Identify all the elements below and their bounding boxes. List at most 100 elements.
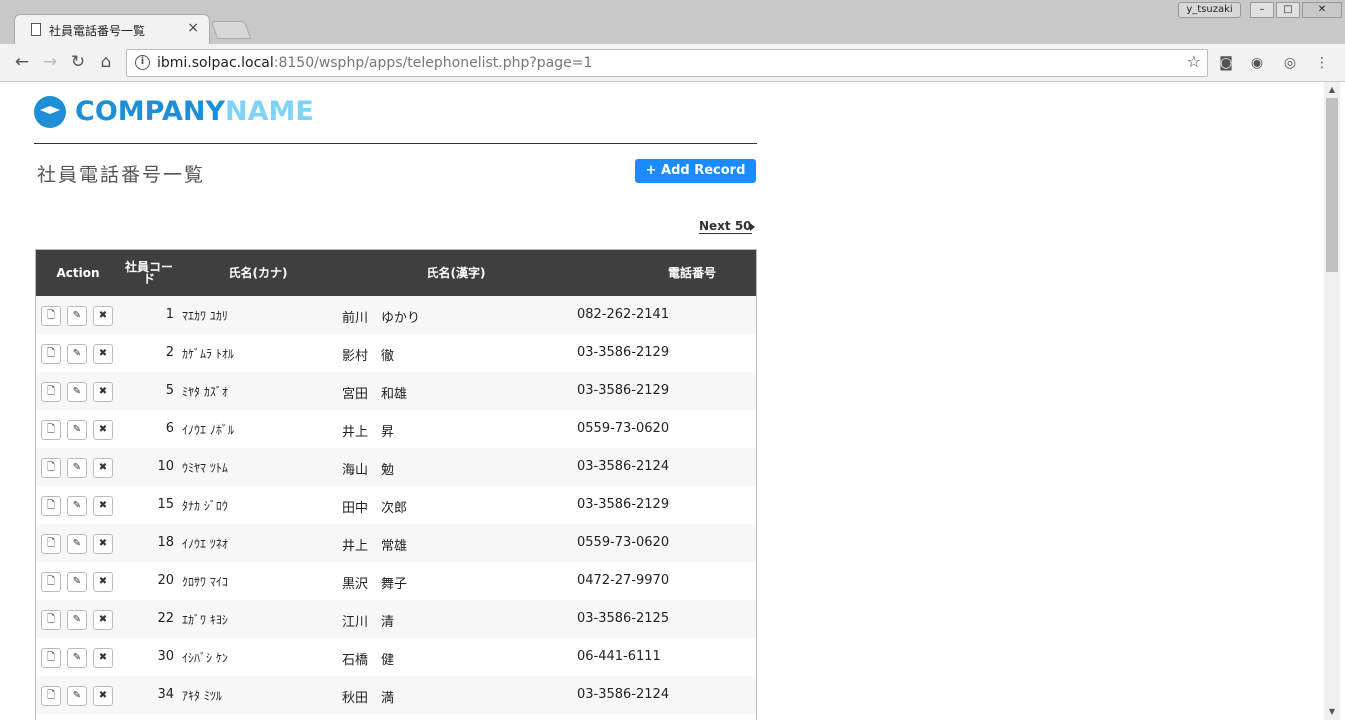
header-kana: 氏名(カナ) bbox=[228, 266, 288, 280]
view-record-icon[interactable]: 🗋 bbox=[41, 648, 61, 668]
employee-name-kana: ｳﾐﾔﾏ ﾂﾄﾑ bbox=[182, 461, 228, 475]
delete-record-icon[interactable]: ✖ bbox=[93, 306, 113, 326]
table-row: 🗋 ✎ ✖ 34 ｱｷﾀ ﾐﾂﾙ 秋田 満 03-3586-2124 bbox=[36, 676, 756, 714]
browser-tab[interactable]: 社員電話番号一覧 × bbox=[14, 14, 210, 44]
delete-record-icon[interactable]: ✖ bbox=[93, 534, 113, 554]
delete-record-icon[interactable]: ✖ bbox=[93, 382, 113, 402]
table-row: 🗋 ✎ ✖ 22 ｴｶﾞﾜ ｷﾖｼ 江川 清 03-3586-2125 bbox=[36, 600, 756, 638]
table-row: 🗋 ✎ ✖ 20 ｸﾛｻﾜ ﾏｲｺ 黒沢 舞子 0472-27-9970 bbox=[36, 562, 756, 600]
view-record-icon[interactable]: 🗋 bbox=[41, 572, 61, 592]
view-record-icon[interactable]: 🗋 bbox=[41, 610, 61, 630]
delete-record-icon[interactable]: ✖ bbox=[93, 610, 113, 630]
edit-record-icon[interactable]: ✎ bbox=[67, 648, 87, 668]
table-row: 🗋 ✎ ✖ 5 ﾐﾔﾀ ｶｽﾞｵ 宮田 和雄 03-3586-2129 bbox=[36, 372, 756, 410]
info-icon[interactable]: i bbox=[135, 55, 150, 70]
table-row: 🗋 ✎ ✖ 15 ﾀﾅｶ ｼﾞﾛｳ 田中 次郎 03-3586-2129 bbox=[36, 486, 756, 524]
view-record-icon[interactable]: 🗋 bbox=[41, 306, 61, 326]
employee-name-kanji: 宮田 和雄 bbox=[342, 387, 408, 402]
glasses-extension-icon[interactable]: ◉ bbox=[1248, 55, 1266, 71]
delete-record-icon[interactable]: ✖ bbox=[93, 344, 113, 364]
employee-code: 6 bbox=[165, 421, 174, 436]
edit-record-icon[interactable]: ✎ bbox=[67, 610, 87, 630]
new-tab-button[interactable] bbox=[210, 21, 252, 39]
view-record-icon[interactable]: 🗋 bbox=[41, 534, 61, 554]
employee-tel: 03-3586-2124 bbox=[577, 459, 670, 474]
edit-record-icon[interactable]: ✎ bbox=[67, 458, 87, 478]
delete-record-icon[interactable]: ✖ bbox=[93, 496, 113, 516]
view-record-icon[interactable]: 🗋 bbox=[41, 420, 61, 440]
minimize-button[interactable]: – bbox=[1250, 2, 1274, 18]
browser-toolbar: ← → ↻ ⌂ i ibmi.solpac.local:8150/wsphp/a… bbox=[0, 44, 1345, 82]
employee-tel: 06-441-6111 bbox=[577, 649, 661, 664]
page-title: 社員電話番号一覧 bbox=[37, 164, 206, 186]
add-record-button[interactable]: + Add Record bbox=[635, 159, 756, 183]
employee-name-kanji: 秋田 満 bbox=[342, 691, 395, 706]
table-row: 🗋 ✎ ✖ 18 ｲﾉｳｴ ﾂﾈｵ 井上 常雄 0559-73-0620 bbox=[36, 524, 756, 562]
forward-button[interactable]: → bbox=[39, 51, 61, 73]
camera-icon[interactable]: ◙ bbox=[1217, 55, 1235, 71]
employee-name-kanji: 江川 清 bbox=[342, 615, 395, 630]
profile-button[interactable]: y_tsuzaki bbox=[1178, 2, 1241, 18]
scroll-thumb[interactable] bbox=[1326, 98, 1338, 272]
menu-icon[interactable]: ⋮ bbox=[1313, 55, 1331, 71]
table-row: 🗋 ✎ ✖ 6 ｲﾉｳｴ ﾉﾎﾞﾙ 井上 昇 0559-73-0620 bbox=[36, 410, 756, 448]
view-record-icon[interactable]: 🗋 bbox=[41, 686, 61, 706]
delete-record-icon[interactable]: ✖ bbox=[93, 648, 113, 668]
close-window-button[interactable]: ✕ bbox=[1302, 2, 1342, 18]
reload-button[interactable]: ↻ bbox=[67, 51, 89, 73]
delete-record-icon[interactable]: ✖ bbox=[93, 686, 113, 706]
table-row: 🗋 ✎ ✖ 30 ｲｼﾊﾞｼ ｹﾝ 石橋 健 06-441-6111 bbox=[36, 638, 756, 676]
graduation-cap-icon bbox=[34, 96, 66, 128]
employee-name-kanji: 海山 勉 bbox=[342, 463, 395, 478]
next-arrow-icon[interactable] bbox=[750, 223, 755, 231]
edit-record-icon[interactable]: ✎ bbox=[67, 534, 87, 554]
back-button[interactable]: ← bbox=[11, 51, 33, 73]
view-record-icon[interactable]: 🗋 bbox=[41, 382, 61, 402]
employee-code: 20 bbox=[157, 573, 174, 588]
header-kanji: 氏名(漢字) bbox=[426, 266, 486, 280]
next-page-link[interactable]: Next 50 bbox=[699, 219, 752, 234]
employee-name-kana: ｲﾉｳｴ ﾉﾎﾞﾙ bbox=[182, 423, 234, 437]
employee-name-kanji: 井上 常雄 bbox=[342, 539, 408, 554]
delete-record-icon[interactable]: ✖ bbox=[93, 458, 113, 478]
employee-name-kana: ｲｼﾊﾞｼ ｹﾝ bbox=[182, 651, 228, 665]
vertical-scrollbar[interactable]: ▲ ▼ bbox=[1324, 82, 1340, 720]
employee-tel: 03-3586-2125 bbox=[577, 611, 670, 626]
extension-icon[interactable]: ◎ bbox=[1281, 55, 1299, 71]
delete-record-icon[interactable]: ✖ bbox=[93, 420, 113, 440]
scroll-down-icon[interactable]: ▼ bbox=[1324, 704, 1340, 720]
employee-name-kana: ｴｶﾞﾜ ｷﾖｼ bbox=[182, 613, 228, 627]
edit-record-icon[interactable]: ✎ bbox=[67, 572, 87, 592]
close-tab-icon[interactable]: × bbox=[187, 20, 199, 36]
edit-record-icon[interactable]: ✎ bbox=[67, 382, 87, 402]
view-record-icon[interactable]: 🗋 bbox=[41, 344, 61, 364]
address-bar[interactable]: i ibmi.solpac.local:8150/wsphp/apps/tele… bbox=[126, 49, 1208, 77]
edit-record-icon[interactable]: ✎ bbox=[67, 496, 87, 516]
header-action: Action bbox=[56, 266, 100, 280]
delete-record-icon[interactable]: ✖ bbox=[93, 572, 113, 592]
scroll-up-icon[interactable]: ▲ bbox=[1324, 82, 1340, 98]
employee-tel: 082-262-2141 bbox=[577, 307, 670, 322]
edit-record-icon[interactable]: ✎ bbox=[67, 344, 87, 364]
view-record-icon[interactable]: 🗋 bbox=[41, 458, 61, 478]
view-record-icon[interactable]: 🗋 bbox=[41, 496, 61, 516]
page-content: COMPANYNAME 社員電話番号一覧 + Add Record Next 5… bbox=[0, 82, 1324, 720]
employee-code: 5 bbox=[165, 383, 174, 398]
employee-code: 34 bbox=[157, 687, 174, 702]
employee-tel: 03-3586-2124 bbox=[577, 687, 670, 702]
table-row: 🗋 ✎ ✖ 10 ｳﾐﾔﾏ ﾂﾄﾑ 海山 勉 03-3586-2124 bbox=[36, 448, 756, 486]
edit-record-icon[interactable]: ✎ bbox=[67, 306, 87, 326]
employee-code: 10 bbox=[157, 459, 174, 474]
bookmark-star-icon[interactable]: ☆ bbox=[1187, 52, 1201, 71]
home-button[interactable]: ⌂ bbox=[95, 51, 117, 73]
edit-record-icon[interactable]: ✎ bbox=[67, 420, 87, 440]
employee-code: 18 bbox=[157, 535, 174, 550]
maximize-button[interactable]: □ bbox=[1276, 2, 1300, 18]
employee-tel: 0472-27-9970 bbox=[577, 573, 670, 588]
employee-name-kanji: 前川 ゆかり bbox=[342, 311, 421, 326]
employee-name-kana: ﾏｴｶﾜ ﾕｶﾘ bbox=[182, 309, 228, 323]
employee-tel: 03-3586-2129 bbox=[577, 345, 670, 360]
header-divider bbox=[34, 143, 757, 144]
edit-record-icon[interactable]: ✎ bbox=[67, 686, 87, 706]
url-text: ibmi.solpac.local:8150/wsphp/apps/teleph… bbox=[157, 55, 593, 71]
